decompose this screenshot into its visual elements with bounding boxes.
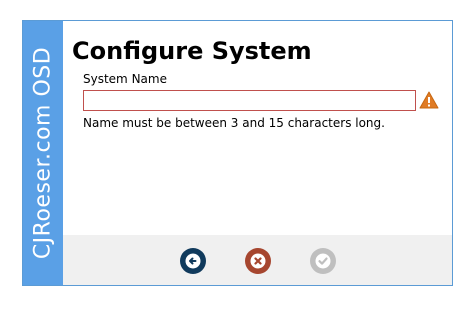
brand-sidebar: CJRoeser.com OSD — [23, 21, 63, 285]
wizard-window: CJRoeser.com OSD Configure System System… — [22, 20, 453, 286]
cancel-x-icon — [250, 253, 266, 269]
page-title: Configure System — [72, 37, 312, 65]
system-name-label: System Name — [83, 72, 167, 86]
content-panel: Configure System System Name Name must b… — [63, 21, 452, 235]
validation-error-message: Name must be between 3 and 15 characters… — [83, 116, 385, 130]
cancel-button[interactable] — [245, 248, 271, 274]
brand-text: CJRoeser.com OSD — [30, 46, 56, 260]
warning-icon — [419, 91, 439, 109]
button-bar — [63, 235, 452, 285]
back-arrow-icon — [185, 253, 201, 269]
check-icon — [315, 253, 331, 269]
back-button[interactable] — [180, 248, 206, 274]
finish-button[interactable] — [310, 248, 336, 274]
system-name-input[interactable] — [83, 90, 416, 111]
